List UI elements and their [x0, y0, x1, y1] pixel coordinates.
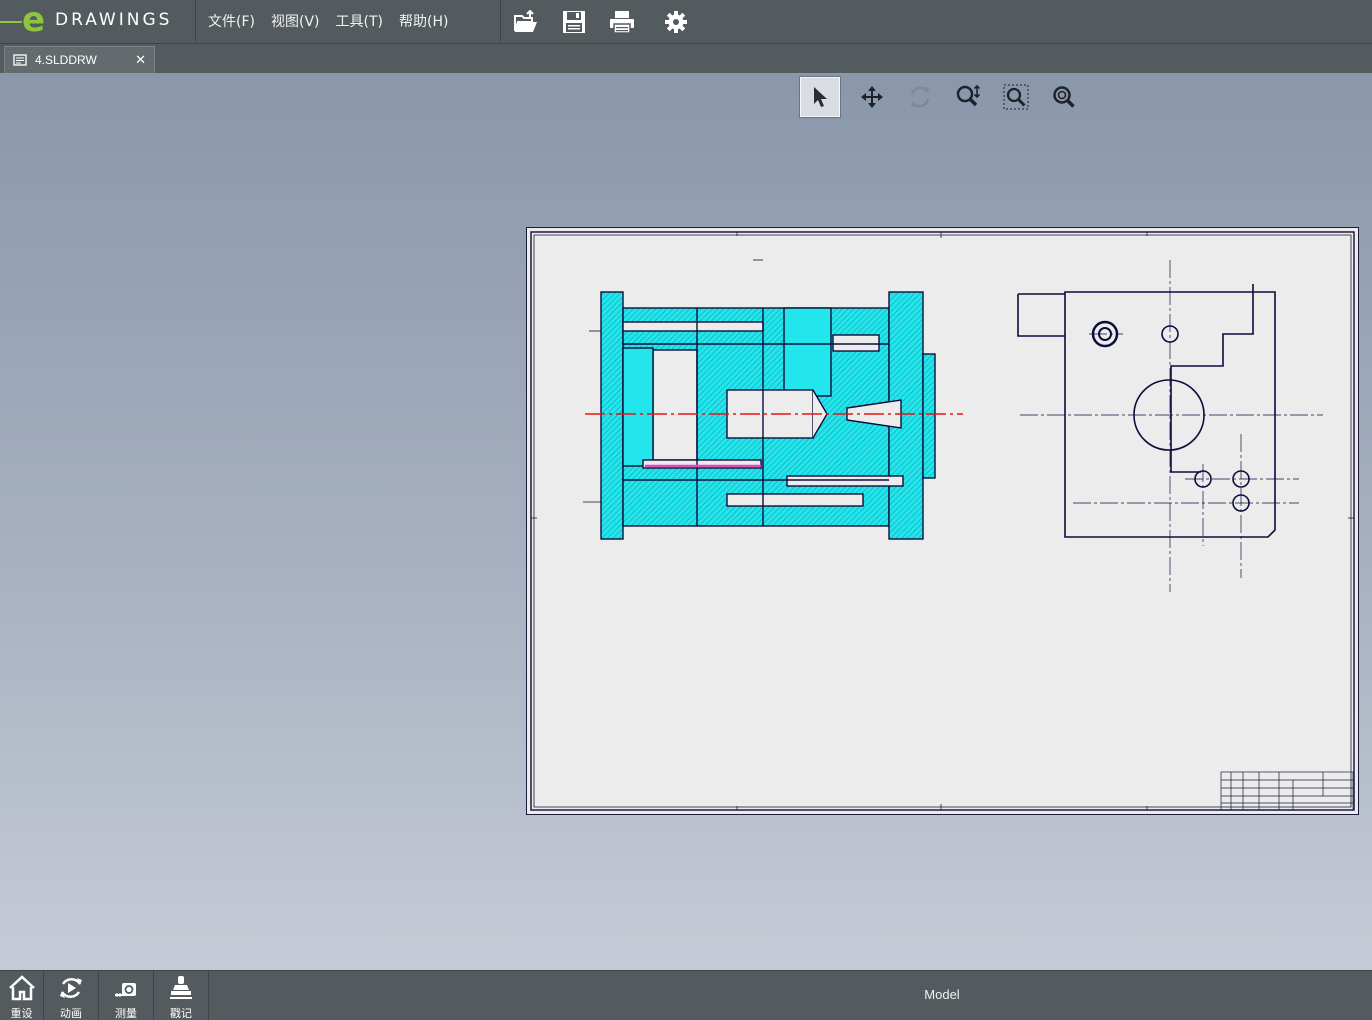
bb-stamp-icon-wrap	[154, 975, 208, 1001]
menu-file[interactable]: 文件(F)	[200, 0, 263, 44]
main-menu: 文件(F) 视图(V) 工具(T) 帮助(H)	[196, 0, 501, 44]
measure-button[interactable]: 测量	[99, 971, 154, 1020]
animate-label: 动画	[60, 1007, 82, 1020]
stamp-icon	[170, 976, 192, 999]
file-toolbar	[502, 0, 700, 44]
home-reset-button[interactable]: 重设	[0, 971, 44, 1020]
animate-button[interactable]: 动画	[44, 971, 99, 1020]
select-arrow-icon	[814, 87, 827, 107]
drawing-viewport[interactable]	[0, 73, 1372, 970]
bb-home-icon-wrap	[0, 975, 43, 1001]
bottom-toolbar: 重设 动画 测量 戳记 Model	[0, 970, 1372, 1020]
print-icon	[610, 11, 634, 34]
rotate-icon	[910, 86, 930, 108]
stamp-label: 戳记	[170, 1007, 192, 1020]
animate-icon	[60, 978, 82, 998]
pan-move-icon	[861, 86, 883, 108]
open-button[interactable]	[502, 0, 550, 44]
bb-animate-icon-wrap	[44, 975, 98, 1001]
model-mode-label[interactable]: Model	[900, 987, 984, 1002]
zoom-to-fit-icon	[1053, 86, 1075, 108]
document-tabbar: 4.SLDDRW ✕	[0, 44, 1372, 73]
zoom-fit-button[interactable]	[1040, 77, 1088, 117]
drawing-sheet-graphics	[530, 231, 1355, 811]
rotate-tool-button[interactable]	[896, 77, 944, 117]
title-block	[1220, 771, 1354, 811]
side-view	[1017, 284, 1276, 538]
home-label: 重设	[10, 1007, 33, 1020]
settings-button[interactable]	[652, 0, 700, 44]
menu-help[interactable]: 帮助(H)	[391, 0, 456, 44]
view-toolbar	[799, 76, 1088, 118]
tab-label: 4.SLDDRW	[35, 53, 97, 67]
measure-icon	[115, 983, 136, 997]
settings-gear-icon	[665, 11, 687, 33]
zoom-tool-button[interactable]	[944, 77, 992, 117]
tab-close-icon[interactable]: ✕	[135, 52, 146, 68]
home-icon	[8, 975, 35, 1001]
save-button[interactable]	[550, 0, 598, 44]
logo-e: e	[22, 0, 46, 40]
document-tab[interactable]: 4.SLDDRW ✕	[4, 46, 155, 73]
drawing-sheet[interactable]	[526, 227, 1359, 815]
logo-line	[0, 21, 22, 23]
top-menubar: e DRAWINGS 文件(F) 视图(V) 工具(T) 帮助(H)	[0, 0, 1372, 44]
bb-measure-icon-wrap	[99, 975, 153, 1001]
measure-label: 测量	[115, 1007, 137, 1020]
select-tool-button[interactable]	[799, 76, 841, 118]
pan-tool-button[interactable]	[848, 77, 896, 117]
print-button[interactable]	[598, 0, 646, 44]
edrawings-logo: e DRAWINGS	[0, 0, 196, 44]
open-icon	[514, 10, 537, 32]
section-view	[600, 291, 936, 540]
menu-tools[interactable]: 工具(T)	[328, 0, 391, 44]
zoom-icon	[956, 84, 981, 107]
stamp-button[interactable]: 戳记	[154, 971, 209, 1020]
drawing-document-icon	[13, 54, 27, 66]
menu-view[interactable]: 视图(V)	[263, 0, 328, 44]
save-icon	[563, 11, 585, 33]
zoom-to-area-icon	[1003, 84, 1029, 110]
zoom-area-button[interactable]	[992, 77, 1040, 117]
logo-text: DRAWINGS	[55, 10, 173, 30]
